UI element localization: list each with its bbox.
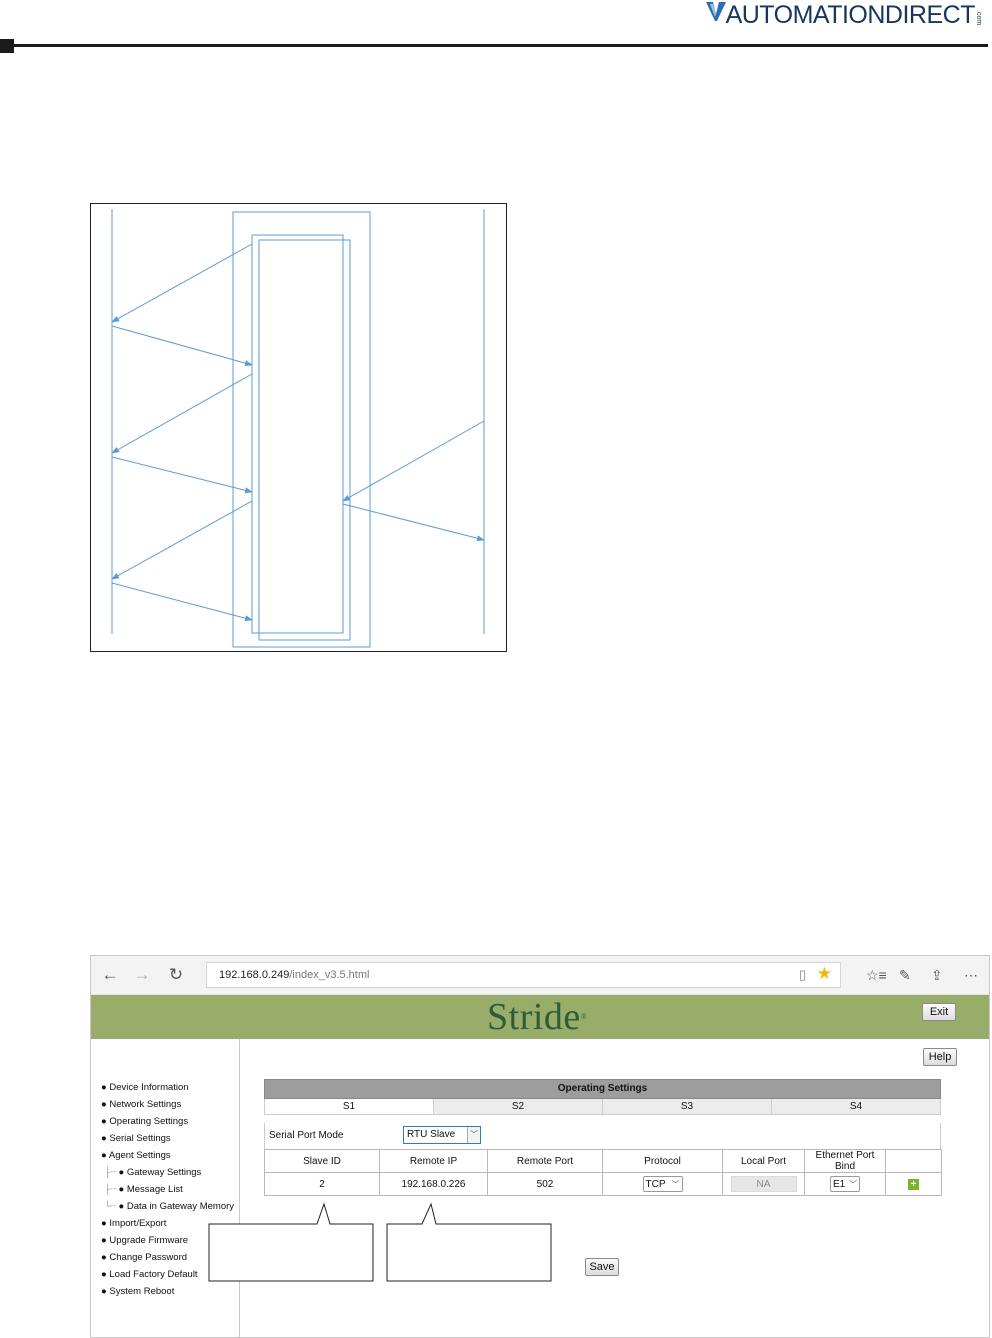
section-marker xyxy=(0,39,14,53)
gateway-outer-box xyxy=(232,211,371,648)
header-rule xyxy=(14,44,988,47)
sequence-diagram xyxy=(90,203,507,652)
message-arrow-4 xyxy=(111,456,253,494)
logo-text: AUTOMATIONDIRECT xyxy=(725,1,976,29)
message-arrow-3 xyxy=(111,373,253,454)
activation-box-1 xyxy=(251,234,344,634)
callout-box-slave-id xyxy=(208,1202,374,1282)
message-arrow-6 xyxy=(342,503,485,542)
activation-box-2 xyxy=(258,239,351,641)
message-arrow-2 xyxy=(111,325,253,367)
callout-overlay xyxy=(208,1202,552,1282)
automationdirect-logo: AUTOMATIONDIRECT .com xyxy=(705,0,982,30)
message-arrow-7 xyxy=(111,500,253,580)
message-arrow-8 xyxy=(111,582,253,622)
logo-suffix: .com xyxy=(975,10,982,26)
logo-v-mark-icon xyxy=(705,2,726,21)
browser-window: ← → ↻ 192.168.0.249/index_v3.5.html ▯ ★ … xyxy=(90,955,990,1338)
callout-box-remote-ip xyxy=(386,1202,552,1282)
sequence-diagram-canvas xyxy=(111,209,485,648)
message-arrow-5 xyxy=(342,420,485,502)
message-arrow-1 xyxy=(111,243,253,323)
